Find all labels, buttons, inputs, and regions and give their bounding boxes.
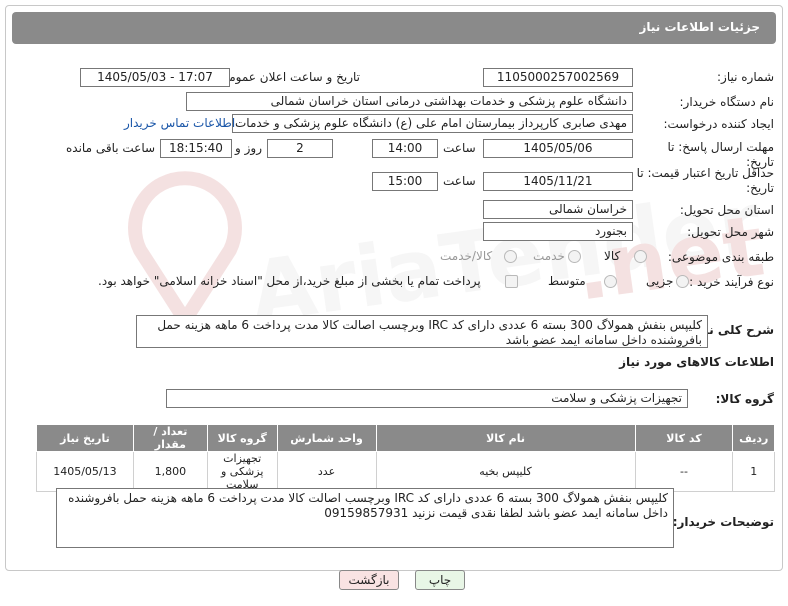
col-date: تاریخ نیاز (36, 424, 134, 452)
process-small-radio[interactable] (676, 275, 689, 288)
province-field: خراسان شمالی (483, 200, 633, 219)
process-medium-radio[interactable] (604, 275, 617, 288)
col-group: گروه کالا (206, 424, 278, 452)
province-label: استان محل تحویل: (679, 203, 774, 217)
table-row: 1 -- کلیپس بخیه عدد تجهیزات پزشکی و سلام… (36, 451, 775, 492)
announce-field: 1405/05/03 - 17:07 (80, 68, 230, 87)
reply-time-field: 14:00 (372, 139, 438, 158)
category-goods-service-label: کالا/خدمت (440, 249, 493, 263)
category-goods-service-radio[interactable] (504, 250, 517, 263)
table-header-row: ردیف کد کالا نام کالا واحد شمارش گروه کا… (36, 424, 775, 452)
city-label: شهر محل تحویل: (687, 225, 774, 239)
price-date-field: 1405/11/21 (483, 172, 633, 191)
print-button[interactable]: چاپ (415, 570, 465, 590)
col-unit: واحد شمارش (276, 424, 377, 452)
days-field: 2 (267, 139, 333, 158)
reply-time-label: ساعت (443, 141, 476, 155)
process-medium-label: متوسط (548, 274, 586, 288)
page-title: جزئیات اطلاعات نیاز (12, 12, 776, 44)
col-name: نام کالا (375, 424, 636, 452)
category-label: طبقه بندی موضوعی: (667, 250, 774, 264)
col-qty: تعداد / مقدار (132, 424, 208, 452)
description-textarea[interactable]: کلیپس بنفش همولاگ 300 بسته 6 عددی دارای … (136, 315, 708, 348)
category-service-radio[interactable] (568, 250, 581, 263)
category-service-label: خدمت (533, 249, 565, 263)
buyer-org-field: دانشگاه علوم پزشکی و خدمات بهداشتی درمان… (186, 92, 633, 111)
col-code: کد کالا (634, 424, 734, 452)
cell-qty: 1,800 (132, 451, 208, 492)
need-number-field: 1105000257002569 (483, 68, 633, 87)
col-row: ردیف (732, 424, 775, 452)
buyer-org-label: نام دستگاه خریدار: (679, 95, 775, 109)
cell-name: کلیپس بخیه (375, 451, 636, 492)
creator-label: ایجاد کننده درخواست: (663, 117, 774, 131)
remaining-time-field: 18:15:40 (160, 139, 232, 158)
price-time-field: 15:00 (372, 172, 438, 191)
city-field: بجنورد (483, 222, 633, 241)
remaining-label: ساعت باقی مانده (66, 141, 156, 155)
cell-code: -- (634, 451, 734, 492)
category-goods-radio[interactable] (634, 250, 647, 263)
back-button[interactable]: بازگشت (339, 570, 399, 590)
need-number-label: شماره نیاز: (717, 70, 774, 84)
buyer-notes-label: توضیحات خریدار: (672, 515, 774, 529)
buyer-notes-textarea[interactable]: کلیپس بنفش همولاگ 300 بسته 6 عددی دارای … (56, 488, 674, 548)
price-validity-label: حداقل تاریخ اعتبار قیمت: تا تاریخ: (636, 166, 774, 195)
treasury-note: پرداخت تمام یا بخشی از مبلغ خرید،از محل … (98, 274, 481, 288)
process-label: نوع فرآیند خرید : (689, 275, 774, 289)
creator-field: مهدی صابری کارپرداز بیمارستان امام علی (… (232, 114, 633, 133)
items-table: ردیف کد کالا نام کالا واحد شمارش گروه کا… (36, 424, 775, 492)
announce-label: تاریخ و ساعت اعلان عمومی: (215, 70, 360, 84)
price-time-label: ساعت (443, 174, 476, 188)
goods-group-label: گروه کالا: (715, 392, 774, 406)
goods-info-title: اطلاعات کالاهای مورد نیاز (619, 355, 774, 369)
cell-unit: عدد (276, 451, 377, 492)
process-small-label: جزیی (646, 274, 674, 288)
days-label: روز و (235, 141, 262, 155)
cell-date: 1405/05/13 (36, 451, 134, 492)
goods-group-field: تجهیزات پزشکی و سلامت (166, 389, 688, 408)
cell-row: 1 (732, 451, 775, 492)
reply-date-field: 1405/05/06 (483, 139, 633, 158)
buyer-contact-link[interactable]: اطلاعات تماس خریدار (124, 116, 235, 130)
treasury-checkbox[interactable] (505, 275, 518, 288)
category-goods-label: کالا (604, 249, 621, 263)
cell-group: تجهیزات پزشکی و سلامت (206, 451, 278, 492)
